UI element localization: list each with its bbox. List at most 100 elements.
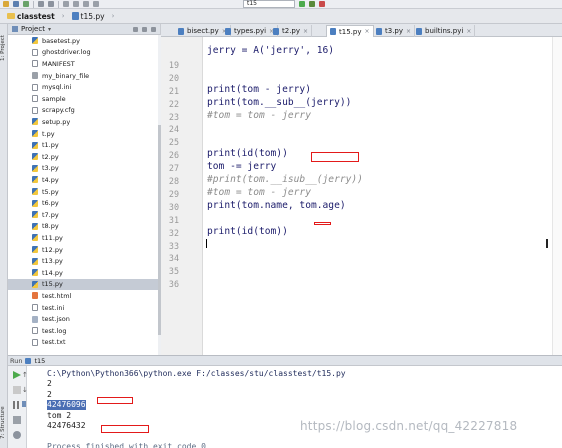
debug-icon[interactable]	[309, 1, 315, 7]
down-arrow-icon[interactable]: ↓	[22, 386, 28, 394]
tree-item-label: t8.py	[42, 222, 59, 231]
console-exit-line: Process finished with exit code 0	[47, 441, 206, 448]
close-tab-icon[interactable]: ×	[406, 28, 411, 35]
close-tab-icon[interactable]: ×	[466, 28, 471, 35]
open-folder-icon[interactable]	[3, 1, 9, 7]
collapse-all-icon[interactable]	[142, 26, 147, 32]
run-icon[interactable]	[299, 1, 305, 7]
fold-marker-icon[interactable]	[193, 190, 200, 197]
console-output-line: 2	[47, 379, 52, 389]
tree-item[interactable]: MANIFEST	[8, 58, 158, 70]
tree-item[interactable]: t3.py	[8, 163, 158, 175]
editor-scrollbar[interactable]	[552, 37, 562, 355]
tree-item[interactable]: test.html	[8, 290, 158, 302]
ibeam-cursor-icon	[546, 239, 548, 248]
structure-tool-tab[interactable]: 7: Structure	[0, 400, 8, 446]
tree-item[interactable]: scrapy.cfg	[8, 105, 158, 117]
print-icon[interactable]	[13, 416, 21, 424]
python-file-icon	[71, 12, 79, 20]
run-panel-config[interactable]: t15	[34, 357, 45, 365]
editor-tab[interactable]: t3.py ×	[373, 25, 416, 37]
tree-item[interactable]: t8.py	[8, 221, 158, 233]
rerun-icon[interactable]	[13, 371, 21, 379]
tree-item[interactable]: setup.py	[8, 116, 158, 128]
scroll-from-source-icon[interactable]	[133, 26, 138, 32]
tree-item[interactable]: my_binary_file	[8, 70, 158, 82]
tree-item[interactable]: t7.py	[8, 209, 158, 221]
tree-item[interactable]: t15.py	[8, 278, 158, 291]
save-icon[interactable]	[13, 1, 19, 7]
tree-item-label: setup.py	[42, 117, 71, 126]
code-line: print(id(tom))	[207, 148, 288, 160]
editor-tab[interactable]: t15.py ×	[326, 25, 374, 37]
python-file-icon	[32, 37, 38, 45]
settings-gear-icon[interactable]	[151, 26, 156, 32]
stop-icon[interactable]	[319, 1, 325, 7]
text-file-icon	[32, 304, 38, 312]
breadcrumb-project[interactable]: classtest	[3, 11, 59, 22]
text-file-icon	[32, 95, 38, 103]
tree-item[interactable]: test.log	[8, 325, 158, 337]
tree-item-label: my_binary_file	[42, 71, 90, 80]
fold-marker-icon[interactable]	[193, 113, 200, 120]
tree-item[interactable]: basetest.py	[8, 35, 158, 47]
paste-icon[interactable]	[83, 1, 89, 7]
run-console[interactable]: C:\Python\Python366\python.exe F:/classe…	[27, 366, 562, 448]
python-file-icon	[178, 27, 184, 35]
tree-item-label: t.py	[42, 129, 55, 138]
soft-wrap-icon[interactable]	[22, 401, 26, 407]
python-file-icon	[32, 280, 38, 288]
copy-icon[interactable]	[73, 1, 79, 7]
tree-item[interactable]: sample	[8, 93, 158, 105]
fold-marker-icon[interactable]	[193, 48, 200, 55]
up-arrow-icon[interactable]: ↑	[22, 371, 28, 379]
chevron-down-icon[interactable]: ▾	[48, 26, 51, 33]
close-tab-icon[interactable]: ×	[303, 28, 308, 35]
run-panel-label[interactable]: Run	[10, 357, 22, 365]
json-file-icon	[32, 315, 38, 323]
pin-icon[interactable]	[13, 431, 21, 439]
line-number: 31	[168, 214, 179, 225]
tree-item-label: basetest.py	[42, 36, 81, 45]
redo-icon[interactable]	[48, 1, 54, 7]
breadcrumb-project-label: classtest	[17, 11, 55, 21]
tree-item[interactable]: ghostdriver.log	[8, 47, 158, 59]
tree-item[interactable]: test.txt	[8, 337, 158, 349]
tree-item[interactable]: t14.py	[8, 267, 158, 279]
cut-icon[interactable]	[63, 1, 69, 7]
code-editor[interactable]: jerry = A('jerry', 16) print(tom - jerry)…	[203, 37, 562, 355]
tree-item-label: mysql.ini	[42, 83, 72, 92]
tree-item[interactable]: t13.py	[8, 255, 158, 267]
tree-item[interactable]: t4.py	[8, 174, 158, 186]
toolbar-divider	[58, 0, 59, 8]
console-output-line: tom 2	[47, 410, 72, 420]
editor-tab[interactable]: builtins.pyi ×	[413, 25, 476, 37]
sync-icon[interactable]	[23, 1, 29, 7]
close-tab-icon[interactable]: ×	[364, 28, 369, 35]
tree-item[interactable]: t12.py	[8, 244, 158, 256]
tree-item[interactable]: t5.py	[8, 186, 158, 198]
breadcrumb-file[interactable]: t15.py	[68, 11, 109, 22]
run-config-select[interactable]: t15	[243, 0, 295, 8]
line-number: 24	[168, 124, 179, 135]
left-tool-strip: 1: Project 7: Structure	[0, 24, 8, 448]
undo-icon[interactable]	[38, 1, 44, 7]
project-tool-tab[interactable]: 1: Project	[0, 28, 8, 68]
python-file-icon	[32, 257, 38, 265]
editor-tab[interactable]: t2.py ×	[270, 25, 313, 37]
project-panel-title[interactable]: Project	[21, 25, 45, 33]
tree-item[interactable]: mysql.ini	[8, 81, 158, 93]
tree-item[interactable]: test.ini	[8, 302, 158, 314]
fold-marker-icon[interactable]	[193, 151, 200, 158]
stop-icon[interactable]	[13, 386, 21, 394]
tree-item[interactable]: t6.py	[8, 197, 158, 209]
tree-item[interactable]: t1.py	[8, 139, 158, 151]
pause-icon[interactable]	[13, 401, 19, 409]
tree-item[interactable]: test.json	[8, 313, 158, 325]
tree-item[interactable]: t2.py	[8, 151, 158, 163]
line-number: 20	[168, 72, 179, 83]
tree-item[interactable]: t11.py	[8, 232, 158, 244]
tree-item[interactable]: t.py	[8, 128, 158, 140]
line-number: 25	[168, 137, 179, 148]
find-icon[interactable]	[93, 1, 99, 7]
